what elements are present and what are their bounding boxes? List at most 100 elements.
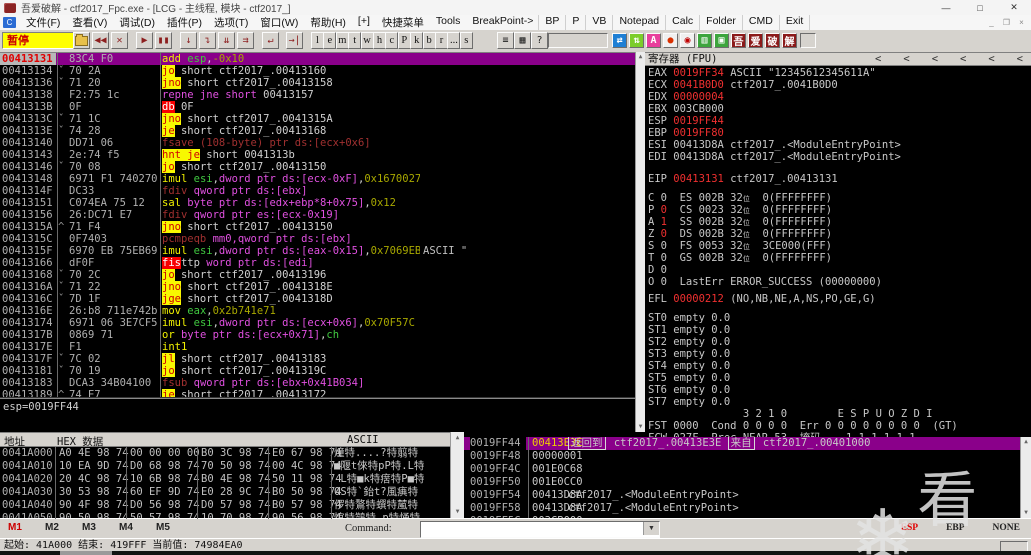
goto-ebp-button[interactable]: EBP	[946, 523, 964, 533]
ascii-icon[interactable]: A	[646, 33, 661, 48]
disasm-row[interactable]: 0041313B0Fdb 0F	[0, 101, 635, 113]
pause-button[interactable]: ▮▮	[155, 32, 172, 49]
disasm-row[interactable]: 0041317B0869 71or byte ptr ds:[ecx+0x71]…	[0, 329, 635, 341]
stack-row[interactable]: 0019FF4800000001	[464, 450, 1020, 463]
window-letter-button-k[interactable]: k	[410, 32, 423, 49]
grid-icon[interactable]: ▥	[697, 33, 712, 48]
disasm-row[interactable]: 00413151C074EA 75 12sal byte ptr ds:[edx…	[0, 197, 635, 209]
window-letter-button-b[interactable]: b	[423, 32, 436, 49]
mdi-restore-button[interactable]: ❐	[999, 18, 1014, 27]
menu-item[interactable]: 选项(T)	[208, 15, 254, 30]
column-divider[interactable]	[528, 437, 529, 518]
register-line[interactable]: ST5 empty 0.0	[648, 372, 1028, 384]
disasm-row[interactable]: 00413138F2:75 1crepne jne short 00413157	[0, 89, 635, 101]
scroll-up-icon[interactable]: ▲	[1021, 438, 1031, 446]
scroll-down-icon[interactable]: ▼	[636, 423, 645, 431]
menu-item[interactable]: Tools	[430, 15, 467, 30]
memo-tab-m1[interactable]: M1	[8, 522, 22, 533]
menu-item[interactable]: [+]	[352, 15, 376, 30]
menu-item[interactable]: 插件(P)	[161, 15, 208, 30]
register-line[interactable]: ST4 empty 0.0	[648, 360, 1028, 372]
jie-icon[interactable]: 解	[782, 33, 797, 48]
disasm-row[interactable]: 00413146ˇ70 08jo short ctf2017_.00413150	[0, 161, 635, 173]
register-line[interactable]: EBX 003CB000	[648, 103, 1028, 115]
stack-row[interactable]: 0019FF50001E0CC0	[464, 476, 1020, 489]
register-line[interactable]: ST2 empty 0.0	[648, 336, 1028, 348]
dump-row[interactable]: 0041A04090 4F 98 74D0 56 98 74D0 57 98 7…	[0, 499, 450, 512]
restart-button[interactable]: ◀◀	[92, 32, 109, 49]
command-input[interactable]: ▼	[420, 521, 660, 538]
run-button[interactable]: ▶	[136, 32, 153, 49]
window-letter-button-c[interactable]: c	[385, 32, 398, 49]
minimize-button[interactable]: —	[929, 0, 963, 15]
collapse-arrow-icon[interactable]: <	[960, 53, 966, 66]
chevron-down-icon[interactable]: ▼	[643, 522, 659, 535]
mdi-minimize-button[interactable]: _	[984, 18, 999, 27]
menu-item[interactable]: 文件(F)	[20, 15, 66, 30]
spiral-icon[interactable]: ◉	[680, 33, 695, 48]
column-divider[interactable]	[126, 447, 127, 519]
disasm-row[interactable]: 00413136ˇ71 20jno short ctf2017_.0041315…	[0, 77, 635, 89]
window-letter-button-dots[interactable]: ...	[447, 32, 460, 49]
menu-item[interactable]: 帮助(H)	[304, 15, 352, 30]
close-process-button[interactable]: ✕	[111, 32, 128, 49]
register-line[interactable]: EDX 00000004	[648, 91, 1028, 103]
register-line[interactable]: ST0 empty 0.0	[648, 312, 1028, 324]
register-line[interactable]: ST1 empty 0.0	[648, 324, 1028, 336]
scroll-up-icon[interactable]: ▲	[636, 53, 645, 61]
window-letter-button-s[interactable]: s	[460, 32, 473, 49]
dump-scrollbar[interactable]: ▲ ▼	[450, 432, 464, 518]
disasm-row[interactable]: 0041317Fˇ7C 02jl short ctf2017_.00413183	[0, 353, 635, 365]
cpu-window-icon[interactable]: C	[3, 17, 16, 28]
disasm-row[interactable]: 004131746971 06 3E7CF5imul esi,dword ptr…	[0, 317, 635, 329]
disasm-row[interactable]: 0041316E26:b8 711e742bmov eax,0x2b741e71	[0, 305, 635, 317]
scroll-up-icon[interactable]: ▲	[451, 434, 464, 442]
scroll-down-icon[interactable]: ▼	[1021, 509, 1031, 517]
register-line[interactable]: EDI 00413D8A ctf2017_.<ModuleEntryPoint>	[648, 151, 1028, 163]
step-over-button[interactable]: ↴	[199, 32, 216, 49]
disasm-row[interactable]: 0041316Cˇ7D 1Fjge short ctf2017_.0041318…	[0, 293, 635, 305]
register-line[interactable]: ECX 0041B0D0 ctf2017_.0041B0D0	[648, 79, 1028, 91]
mdi-close-button[interactable]: ×	[1014, 18, 1029, 27]
disasm-row[interactable]: 0041315C0F7403pcmpeqb mm0,qword ptr ds:[…	[0, 233, 635, 245]
window-letter-button-m[interactable]: m	[336, 32, 349, 49]
window-letter-button-t[interactable]: t	[348, 32, 361, 49]
disasm-row[interactable]: 00413140DD71 06fsave (108-byte) ptr ds:[…	[0, 137, 635, 149]
menu-item[interactable]: 窗口(W)	[254, 15, 304, 30]
disasm-scrollbar[interactable]: ▲ ▼	[635, 52, 645, 432]
list-icon[interactable]: ≡	[497, 32, 514, 49]
column-divider[interactable]	[55, 447, 56, 519]
window-letter-button-e[interactable]: e	[323, 32, 336, 49]
wu-icon[interactable]: 吾	[731, 33, 746, 48]
disasm-row[interactable]: 00413189^74 E7je short ctf2017_.00413172	[0, 389, 635, 397]
collapse-arrow-icon[interactable]: <	[903, 53, 909, 66]
dump-row[interactable]: 0041A03030 53 98 7460 EF 9D 74E0 28 9C 7…	[0, 486, 450, 499]
column-divider[interactable]	[268, 447, 269, 519]
register-line[interactable]: EFL 00000212 (NO,NB,NE,A,NS,PO,GE,G)	[648, 293, 1028, 305]
register-line[interactable]: Z 0 DS 002B 32位 0(FFFFFFFF)	[648, 228, 1028, 240]
updown-icon[interactable]: ⇅	[629, 33, 644, 48]
disasm-row[interactable]: 004131432e:74 f5hnt je short 0041313b	[0, 149, 635, 161]
memo-tab-m3[interactable]: M3	[82, 522, 96, 533]
menu-item[interactable]: P	[565, 15, 586, 30]
window-letter-button-r[interactable]: r	[435, 32, 448, 49]
disasm-row[interactable]: 00413166dF0Ffisttp word ptr ds:[edi]	[0, 257, 635, 269]
menu-item[interactable]: Notepad	[612, 15, 666, 30]
register-line[interactable]: O 0 LastErr ERROR_SUCCESS (00000000)	[648, 276, 1028, 288]
disasm-row[interactable]: 004131486971 F1 740270imul esi,dword ptr…	[0, 173, 635, 185]
register-line[interactable]: P 0 CS 0023 32位 0(FFFFFFFF)	[648, 204, 1028, 216]
stack-row[interactable]: 0019FF5800413D8Actf2017_.<ModuleEntryPoi…	[464, 502, 1020, 515]
menu-item[interactable]: BreakPoint->	[466, 15, 539, 30]
window-icon[interactable]: ▣	[714, 33, 729, 48]
window-letter-button-w[interactable]: w	[361, 32, 374, 49]
column-divider[interactable]	[197, 447, 198, 519]
open-file-button[interactable]	[73, 32, 90, 49]
close-button[interactable]: ✕	[997, 0, 1031, 15]
memo-tab-m2[interactable]: M2	[45, 522, 59, 533]
collapse-arrow-icon[interactable]: <	[875, 53, 881, 66]
menu-item[interactable]: CMD	[742, 15, 780, 30]
trace-into-button[interactable]: ⇊	[218, 32, 235, 49]
register-line[interactable]: 3 2 1 0 E S P U O Z D I	[648, 408, 1028, 420]
step-into-button[interactable]: ↓	[180, 32, 197, 49]
help-icon[interactable]: ?	[531, 32, 548, 49]
